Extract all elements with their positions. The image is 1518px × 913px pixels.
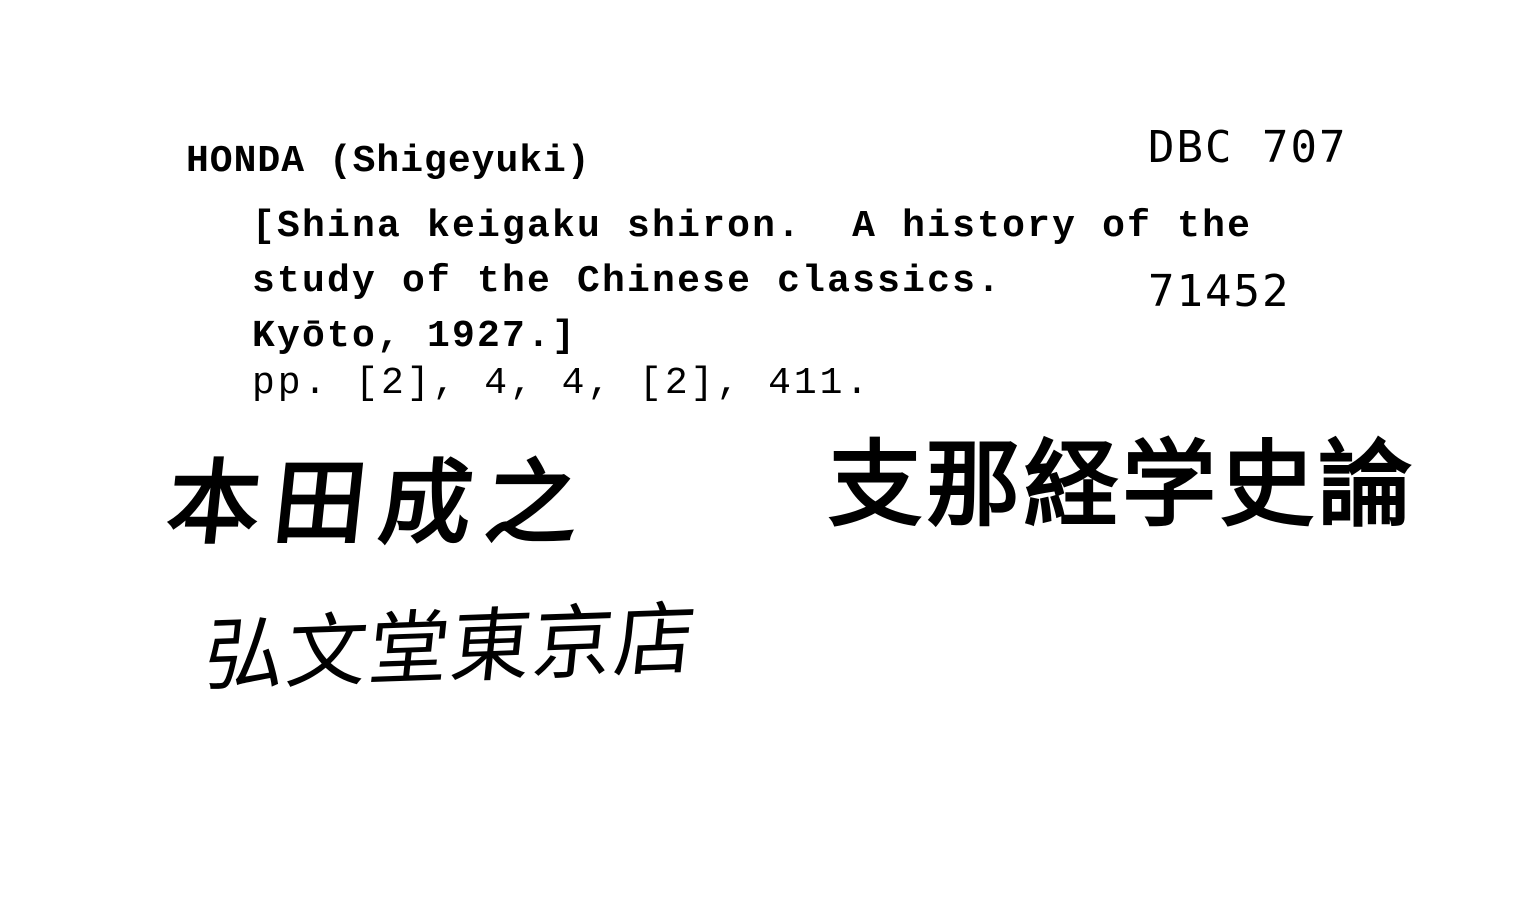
handwritten-publisher: 弘文堂東京店 [200, 592, 702, 703]
shelfmark-line-1: DBC 707 [1148, 122, 1348, 173]
title-line-2: study of the Chinese classics. [252, 260, 1003, 303]
author-heading: HONDA (Shigeyuki) [186, 140, 591, 183]
catalog-card: DBC 707 71452 HONDA (Shigeyuki) [Shina k… [0, 0, 1518, 913]
imprint-line: Kyōto, 1927.] [252, 315, 578, 358]
shelfmark-line-2: 71452 [1148, 266, 1291, 317]
handwritten-author: 本田成之 [162, 449, 598, 557]
handwritten-title: 支那経学史論 [828, 430, 1417, 540]
collation-line: pp. [2], 4, 4, [2], 411. [252, 362, 872, 405]
title-line-1: [Shina keigaku shiron. A history of the [252, 205, 1253, 248]
